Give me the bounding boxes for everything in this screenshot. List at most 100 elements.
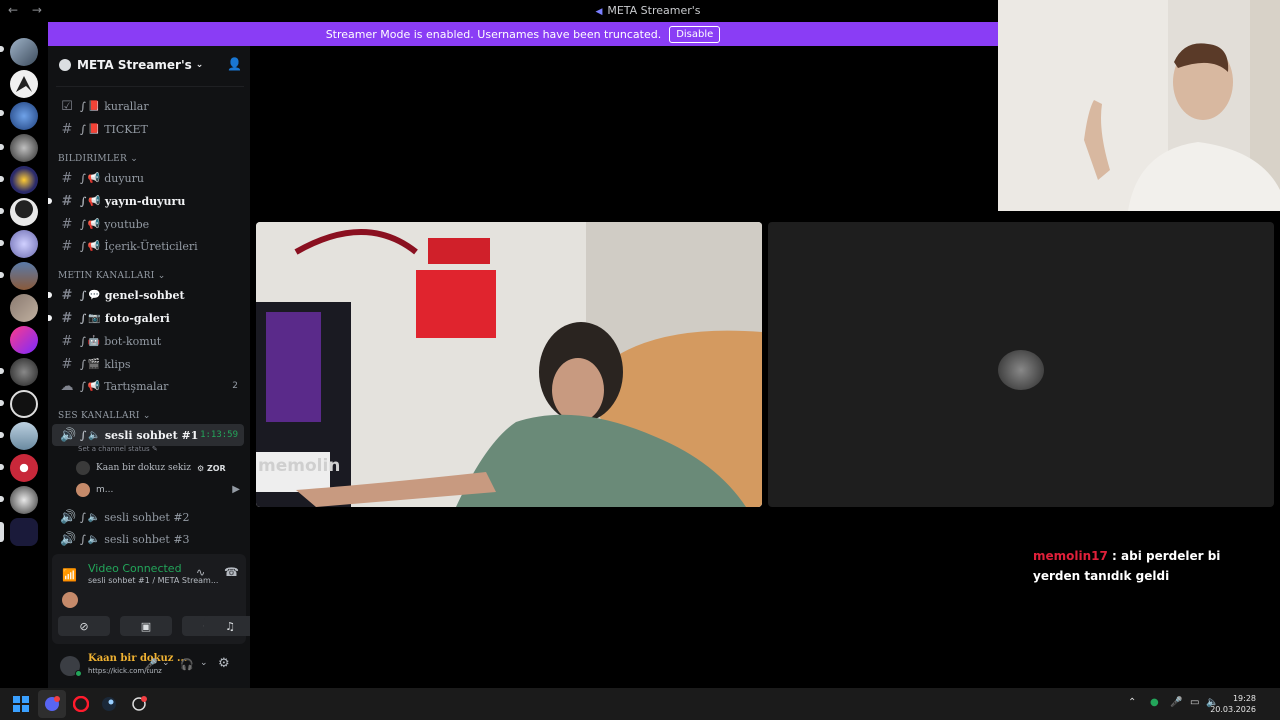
- channel-duyuru[interactable]: # ∫ 📢 duyuru: [52, 167, 244, 189]
- chevron-down-icon[interactable]: ⌄: [200, 658, 208, 668]
- chat-overlay-message: memolin17 : abi perdeler bi yerden tanıd…: [1033, 546, 1263, 586]
- tray-app-icon[interactable]: ●: [1150, 697, 1159, 708]
- disconnect-icon[interactable]: ☎: [224, 565, 239, 579]
- unread-pip: [0, 208, 4, 214]
- server-icon[interactable]: [10, 198, 38, 226]
- server-icon[interactable]: [10, 326, 38, 354]
- stream-overlay-text: memolin: [258, 456, 341, 476]
- server-icon[interactable]: [10, 230, 38, 258]
- channel-bot-komut[interactable]: # ∫ 🤖 bot-komut: [52, 330, 244, 352]
- brace-icon: ∫: [80, 428, 87, 442]
- chevron-down-icon: ⌄: [195, 60, 204, 70]
- server-icon[interactable]: [10, 102, 38, 130]
- server-icon[interactable]: [10, 486, 38, 514]
- user-badge: ⚙ ZOR: [196, 463, 226, 473]
- soundboard-icon: ♫: [225, 619, 235, 633]
- channel-name: sesli sohbet #3: [104, 532, 190, 546]
- hash-icon: #: [61, 356, 73, 372]
- headphones-icon[interactable]: 🎧: [180, 658, 194, 671]
- invite-people-icon[interactable]: 👤: [227, 57, 242, 71]
- server-icon[interactable]: [10, 166, 38, 194]
- channel-genel-sohbet[interactable]: # ∫ 💬 genel-sohbet: [48, 284, 244, 306]
- channel-status-prompt[interactable]: Set a channel status ✎: [78, 445, 158, 453]
- discord-taskbar-icon[interactable]: [44, 696, 60, 712]
- channel-ticket[interactable]: # ∫ 📕 TICKET: [52, 118, 244, 140]
- server-icon[interactable]: [10, 390, 38, 418]
- network-icon[interactable]: ▭: [1190, 697, 1199, 708]
- chat-separator: :: [1107, 549, 1122, 563]
- hash-icon: #: [61, 121, 73, 137]
- hash-icon: #: [61, 193, 73, 209]
- gear-icon[interactable]: ⚙: [218, 656, 230, 671]
- server-icon[interactable]: [10, 262, 38, 290]
- robot-icon: 🤖: [87, 335, 101, 347]
- show-hidden-icons[interactable]: ⌃: [1128, 697, 1136, 708]
- channel-youtube[interactable]: # ∫ 📢 youtube: [52, 213, 244, 235]
- unread-pip: [0, 110, 4, 116]
- guild-name: META Streamer's: [77, 58, 192, 72]
- channel-tartismalar[interactable]: ☁ ∫ 📢 Tartışmalar 2: [52, 375, 244, 397]
- voice-connection-panel: 📶 Video Connected sesli sohbet #1 / META…: [52, 554, 256, 644]
- camera-off-button[interactable]: ⊘: [58, 616, 110, 636]
- channel-kurallar[interactable]: ☑ ∫ 📕 kurallar: [52, 95, 244, 117]
- channel-name: TICKET: [104, 122, 148, 136]
- server-icon[interactable]: [10, 134, 38, 162]
- megaphone-icon: 📢: [87, 218, 101, 230]
- hash-icon: #: [61, 310, 73, 326]
- voice-channel[interactable]: 🔊 ∫ 🔈 sesli sohbet #3: [52, 528, 244, 550]
- channel-icerik-ureticileri[interactable]: # ∫ 📢 İçerik-Üreticileri: [52, 235, 244, 257]
- channel-foto-galeri[interactable]: # ∫ 📷 foto-galeri: [48, 307, 244, 329]
- channel-klips[interactable]: # ∫ 🎬 klips: [52, 353, 244, 375]
- server-icon[interactable]: [10, 422, 38, 450]
- channel-sidebar: META Streamer's ⌄ 👤 ☑ ∫ 📕 kurallar # ∫ 📕…: [48, 46, 256, 688]
- username[interactable]: Kaan bir dokuz ...: [88, 653, 187, 664]
- pencil-icon: ✎: [151, 445, 158, 453]
- category-metin-kanallari[interactable]: METIN KANALLARI ⌄: [58, 271, 166, 281]
- category-bildirimler[interactable]: BILDIRIMLER ⌄: [58, 154, 138, 164]
- channel-name: bot-komut: [104, 334, 162, 348]
- microphone-icon[interactable]: 🎤: [144, 658, 158, 671]
- microphone-icon[interactable]: 🎤: [1170, 697, 1182, 708]
- server-icon[interactable]: [10, 294, 38, 322]
- noise-suppression-icon[interactable]: ∿: [196, 566, 205, 579]
- soundboard-button[interactable]: ♫: [204, 616, 256, 636]
- forum-icon: ☁: [60, 378, 74, 394]
- voice-channel-active[interactable]: 🔊 ∫ 🔈 sesli sohbet #1 1:13:59: [52, 424, 244, 446]
- avatar[interactable]: [62, 592, 78, 608]
- window-title-text: META Streamer's: [607, 4, 701, 17]
- steam-icon[interactable]: [101, 696, 117, 712]
- windows-start-icon[interactable]: [13, 696, 29, 712]
- disable-streamer-mode-button[interactable]: Disable: [669, 25, 721, 43]
- server-icon[interactable]: [10, 70, 38, 98]
- user-badge-text: ZOR: [206, 463, 226, 473]
- screen-share-button[interactable]: ▣: [120, 616, 172, 636]
- unread-pip: [0, 240, 4, 246]
- video-tile-streamer[interactable]: memolin: [256, 222, 762, 507]
- video-tile-empty[interactable]: [768, 222, 1274, 507]
- channel-name: klips: [104, 357, 131, 371]
- category-ses-kanallari[interactable]: SES KANALLARI ⌄: [58, 411, 151, 421]
- voice-user[interactable]: m...: [76, 481, 246, 499]
- server-icon[interactable]: [10, 358, 38, 386]
- server-icon[interactable]: [10, 38, 38, 66]
- brace-icon: ∫: [80, 217, 86, 231]
- server-icon[interactable]: [10, 454, 38, 482]
- channel-name: Tartışmalar: [104, 379, 169, 393]
- channel-yayin-duyuru[interactable]: # ∫ 📢 yayın-duyuru: [48, 190, 244, 212]
- signal-icon[interactable]: 📶: [62, 568, 77, 582]
- voice-channel[interactable]: 🔊 ∫ 🔈 sesli sohbet #2: [52, 506, 244, 528]
- channel-name: genel-sohbet: [104, 288, 185, 302]
- channel-name: sesli sohbet #1: [104, 428, 199, 442]
- brace-icon: ∫: [80, 379, 86, 393]
- speaker-icon: 🔊: [60, 427, 77, 443]
- guild-header[interactable]: META Streamer's ⌄ 👤: [48, 46, 250, 84]
- system-clock[interactable]: 19:28 20.03.2026: [1210, 693, 1256, 715]
- voice-user[interactable]: Kaan bir dokuz sekiz ⚙ ZOR: [76, 459, 246, 477]
- connection-status[interactable]: Video Connected: [88, 562, 182, 575]
- chevron-down-icon[interactable]: ⌄: [162, 658, 170, 668]
- app-icon[interactable]: [131, 696, 147, 712]
- opera-icon[interactable]: [73, 696, 89, 712]
- post-count: 2: [232, 381, 238, 391]
- hash-icon: #: [61, 216, 73, 232]
- meta-server-icon[interactable]: [10, 518, 38, 546]
